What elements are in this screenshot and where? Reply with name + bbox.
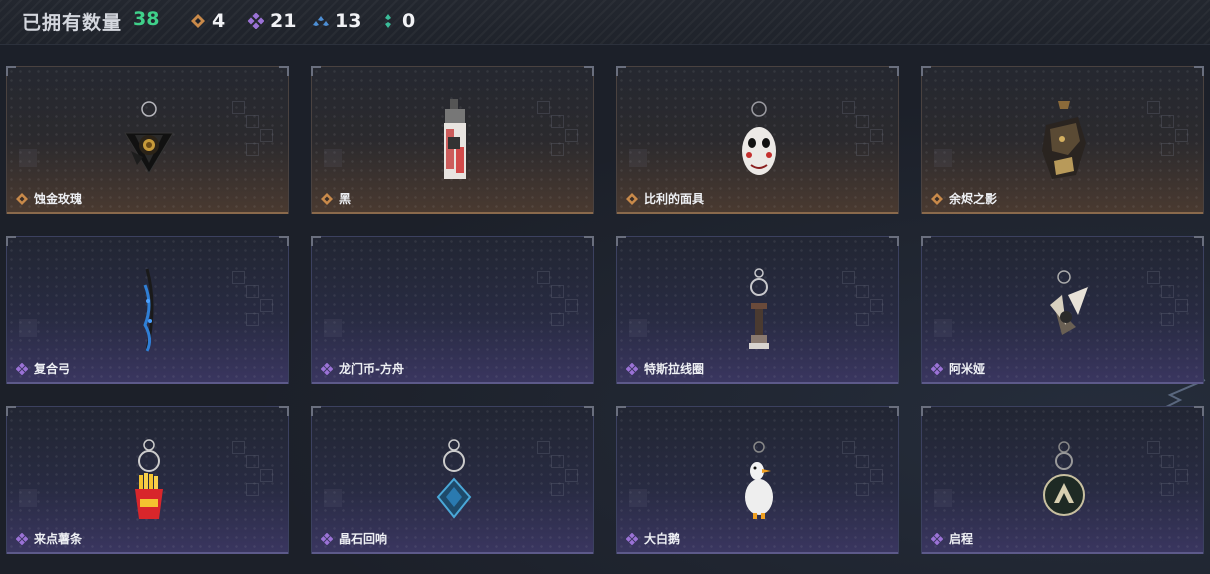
rarity-stat-count: 0 [402, 10, 416, 32]
purple-rarity-gem-icon [626, 363, 638, 375]
charm-card[interactable]: 特斯拉线圈 [616, 236, 899, 384]
charm-name: 复合弓 [34, 362, 71, 376]
ember-shadow-charm-icon [1042, 101, 1086, 179]
charm-card[interactable]: 龙门币-方舟 [311, 236, 594, 384]
charm-name: 余烬之影 [949, 192, 998, 206]
charm-card[interactable]: 阿米娅 [921, 236, 1204, 384]
charm-card[interactable]: 蚀金玫瑰 [6, 66, 289, 214]
charm-name: 特斯拉线圈 [644, 362, 705, 376]
owned-count-label: 已拥有数量 [22, 12, 123, 34]
rarity-stat-count: 21 [270, 10, 297, 32]
charm-card[interactable]: 大白鹅 [616, 406, 899, 554]
tesla-coil-charm-icon [749, 268, 769, 349]
fries-charm-icon [135, 439, 163, 519]
collection-header: 已拥有数量 38 4 21 13 0 [0, 0, 1210, 45]
charm-name: 龙门币-方舟 [339, 362, 404, 376]
charm-card[interactable]: 晶石回响 [311, 406, 594, 554]
rarity-stat-green: 0 [380, 9, 415, 33]
charm-name: 来点薯条 [34, 532, 83, 546]
rarity-stat-blue: 13 [313, 9, 361, 33]
rarity-stat-count: 4 [212, 10, 226, 32]
white-goose-charm-icon [745, 441, 773, 519]
charm-card[interactable]: 黑 [311, 66, 594, 214]
charm-card[interactable]: 来点薯条 [6, 406, 289, 554]
billy-mask-charm-icon [742, 101, 776, 175]
purple-rarity-gem-icon [16, 363, 28, 375]
orange-rarity-gem-icon [931, 193, 943, 205]
owned-count-value: 38 [133, 8, 160, 30]
orange-rarity-gem-icon [191, 14, 205, 28]
charm-name: 比利的面具 [644, 192, 705, 206]
purple-rarity-gem-icon [931, 363, 943, 375]
rarity-stat-purple: 21 [248, 9, 296, 33]
charm-card[interactable]: 比利的面具 [616, 66, 899, 214]
charm-name: 晶石回响 [339, 532, 388, 546]
charm-name: 启程 [949, 532, 974, 546]
purple-rarity-gem-icon [248, 13, 264, 29]
purple-rarity-gem-icon [321, 533, 333, 545]
departure-medallion-charm-icon [1043, 441, 1085, 516]
green-rarity-gem-icon [385, 14, 391, 28]
black-device-charm-icon [444, 99, 466, 179]
charm-collection-page: 已拥有数量 38 4 21 13 0 蚀金玫瑰 黑 比利的面具 余烬之影 复合弓… [0, 0, 1210, 574]
purple-rarity-gem-icon [321, 363, 333, 375]
gilded-rose-charm-icon [124, 101, 174, 174]
purple-rarity-gem-icon [16, 533, 28, 545]
charm-card[interactable]: 余烬之影 [921, 66, 1204, 214]
orange-rarity-gem-icon [16, 193, 28, 205]
amiya-charm-icon [1050, 270, 1088, 335]
compound-bow-charm-icon [143, 268, 154, 352]
orange-rarity-gem-icon [626, 193, 638, 205]
charm-name: 大白鹅 [644, 532, 681, 546]
charm-name: 蚀金玫瑰 [34, 192, 83, 206]
charm-name: 阿米娅 [949, 362, 986, 376]
orange-rarity-gem-icon [321, 193, 333, 205]
charm-name: 黑 [339, 192, 352, 206]
blue-rarity-gem-icon [313, 16, 329, 26]
charm-card[interactable]: 复合弓 [6, 236, 289, 384]
crystal-echo-charm-icon [436, 439, 472, 519]
purple-rarity-gem-icon [931, 533, 943, 545]
rarity-stat-orange: 4 [190, 9, 225, 33]
rarity-stat-count: 13 [335, 10, 362, 32]
purple-rarity-gem-icon [626, 533, 638, 545]
charm-card[interactable]: 启程 [921, 406, 1204, 554]
